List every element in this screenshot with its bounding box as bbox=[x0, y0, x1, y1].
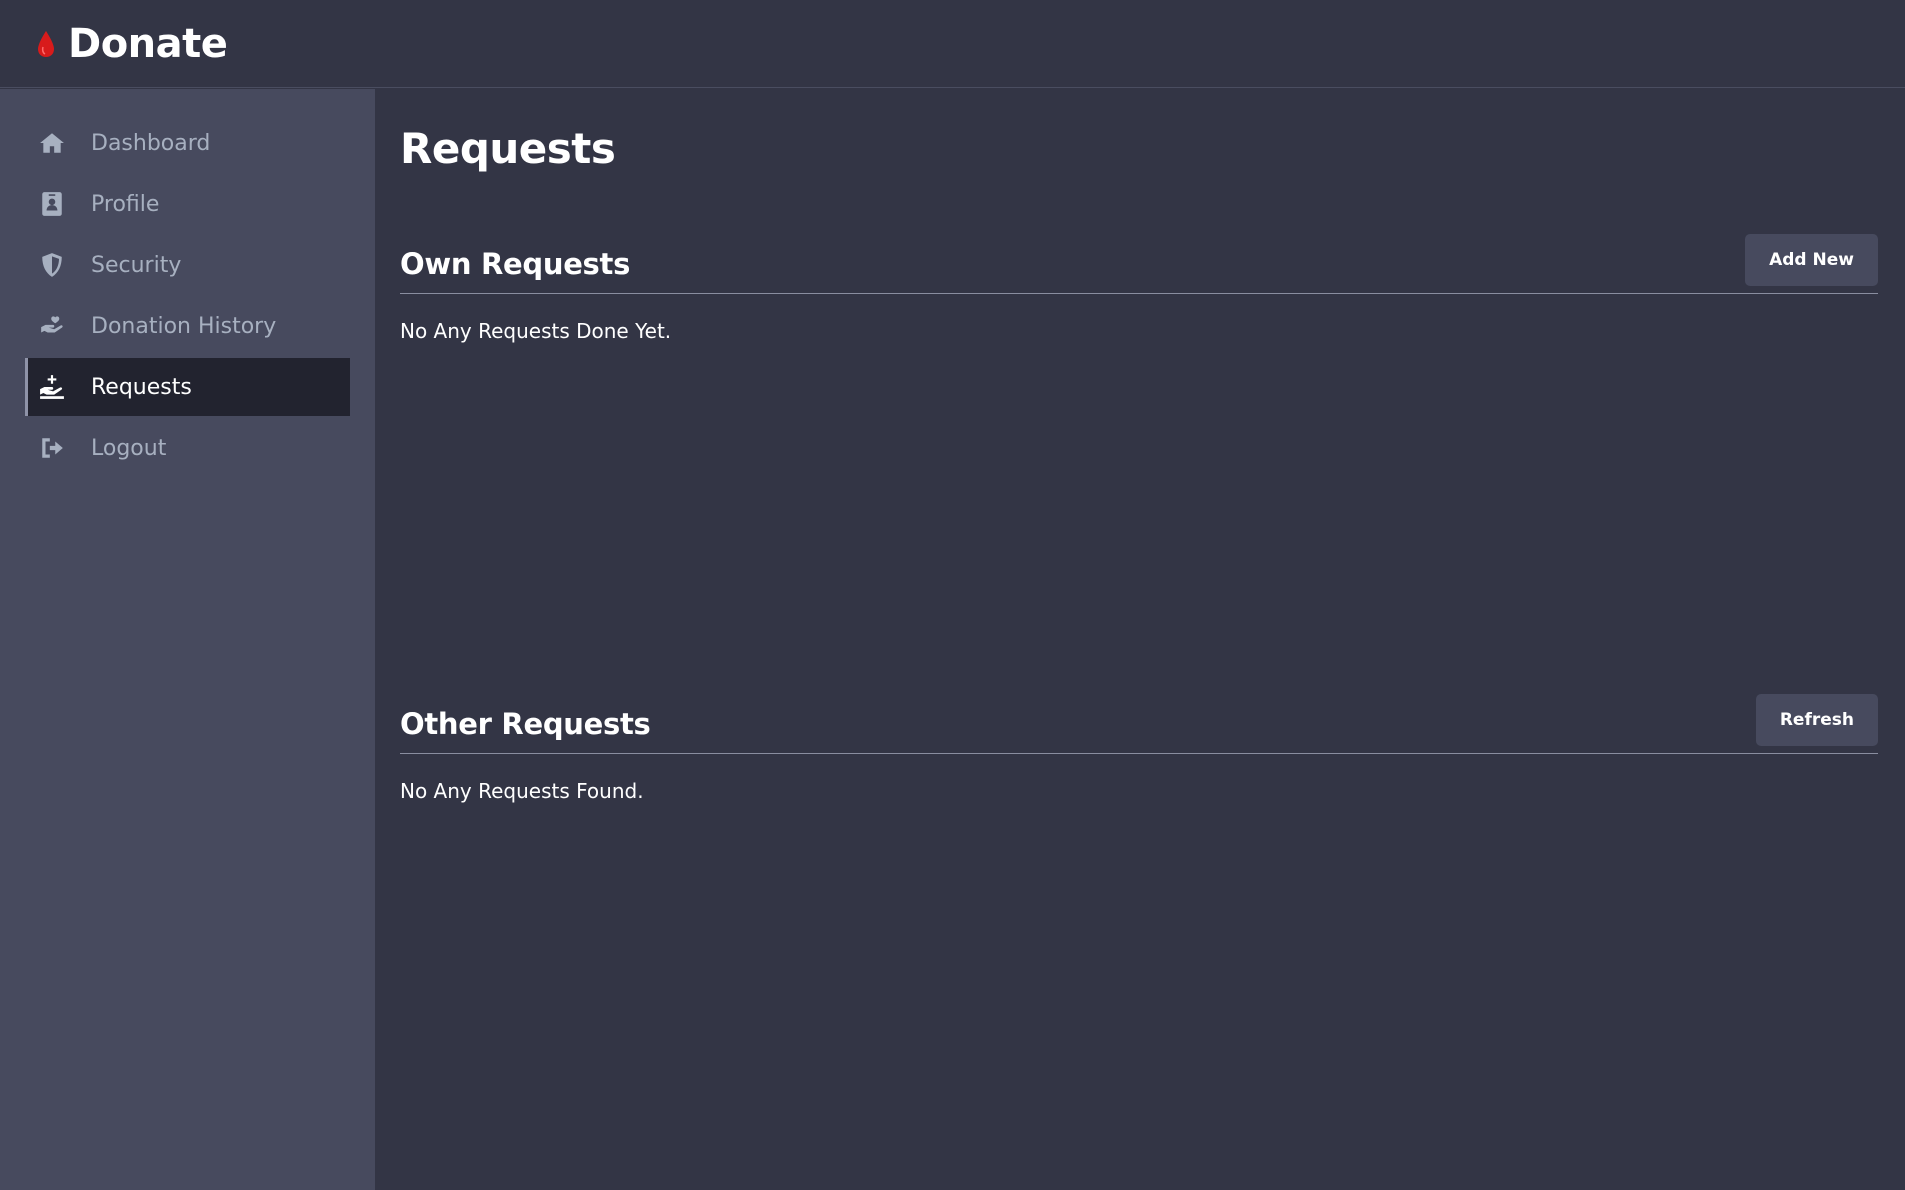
refresh-button[interactable]: Refresh bbox=[1755, 693, 1878, 746]
top-bar: Donate bbox=[0, 0, 1905, 88]
sidebar-item-logout[interactable]: Logout bbox=[25, 419, 350, 477]
section-title: Own Requests bbox=[400, 246, 631, 281]
sidebar-item-label: Logout bbox=[91, 435, 167, 461]
add-new-button[interactable]: Add New bbox=[1745, 233, 1878, 286]
sidebar-item-label: Profile bbox=[91, 191, 160, 217]
sidebar-item-label: Requests bbox=[91, 374, 192, 400]
sign-out-icon bbox=[39, 435, 65, 461]
brand-logo[interactable]: Donate bbox=[36, 20, 228, 67]
page-title: Requests bbox=[400, 124, 616, 173]
other-requests-section: Other Requests Refresh No Any Requests F… bbox=[400, 693, 1878, 803]
home-icon bbox=[39, 130, 65, 156]
sidebar-item-profile[interactable]: Profile bbox=[25, 175, 350, 233]
sidebar-item-label: Security bbox=[91, 252, 182, 278]
section-header: Other Requests Refresh bbox=[400, 693, 1878, 754]
empty-message: No Any Requests Done Yet. bbox=[400, 319, 672, 343]
blood-drop-icon bbox=[36, 29, 58, 59]
brand-name: Donate bbox=[68, 20, 228, 67]
empty-message: No Any Requests Found. bbox=[400, 779, 644, 803]
id-badge-icon bbox=[39, 191, 65, 217]
sidebar: Dashboard Profile Security Donation Hist… bbox=[0, 89, 375, 1190]
sidebar-item-label: Dashboard bbox=[91, 130, 211, 156]
own-requests-section: Own Requests Add New No Any Requests Don… bbox=[400, 233, 1878, 343]
section-header: Own Requests Add New bbox=[400, 233, 1878, 294]
main-content: Requests Own Requests Add New No Any Req… bbox=[400, 89, 1878, 803]
section-title: Other Requests bbox=[400, 706, 651, 741]
sidebar-item-dashboard[interactable]: Dashboard bbox=[25, 114, 350, 172]
sidebar-item-requests[interactable]: Requests bbox=[25, 358, 350, 416]
shield-icon bbox=[39, 252, 65, 278]
hand-holding-heart-icon bbox=[39, 313, 65, 339]
sidebar-item-donation-history[interactable]: Donation History bbox=[25, 297, 350, 355]
sidebar-item-security[interactable]: Security bbox=[25, 236, 350, 294]
hand-holding-plus-icon bbox=[39, 374, 65, 400]
sidebar-item-label: Donation History bbox=[91, 313, 277, 339]
